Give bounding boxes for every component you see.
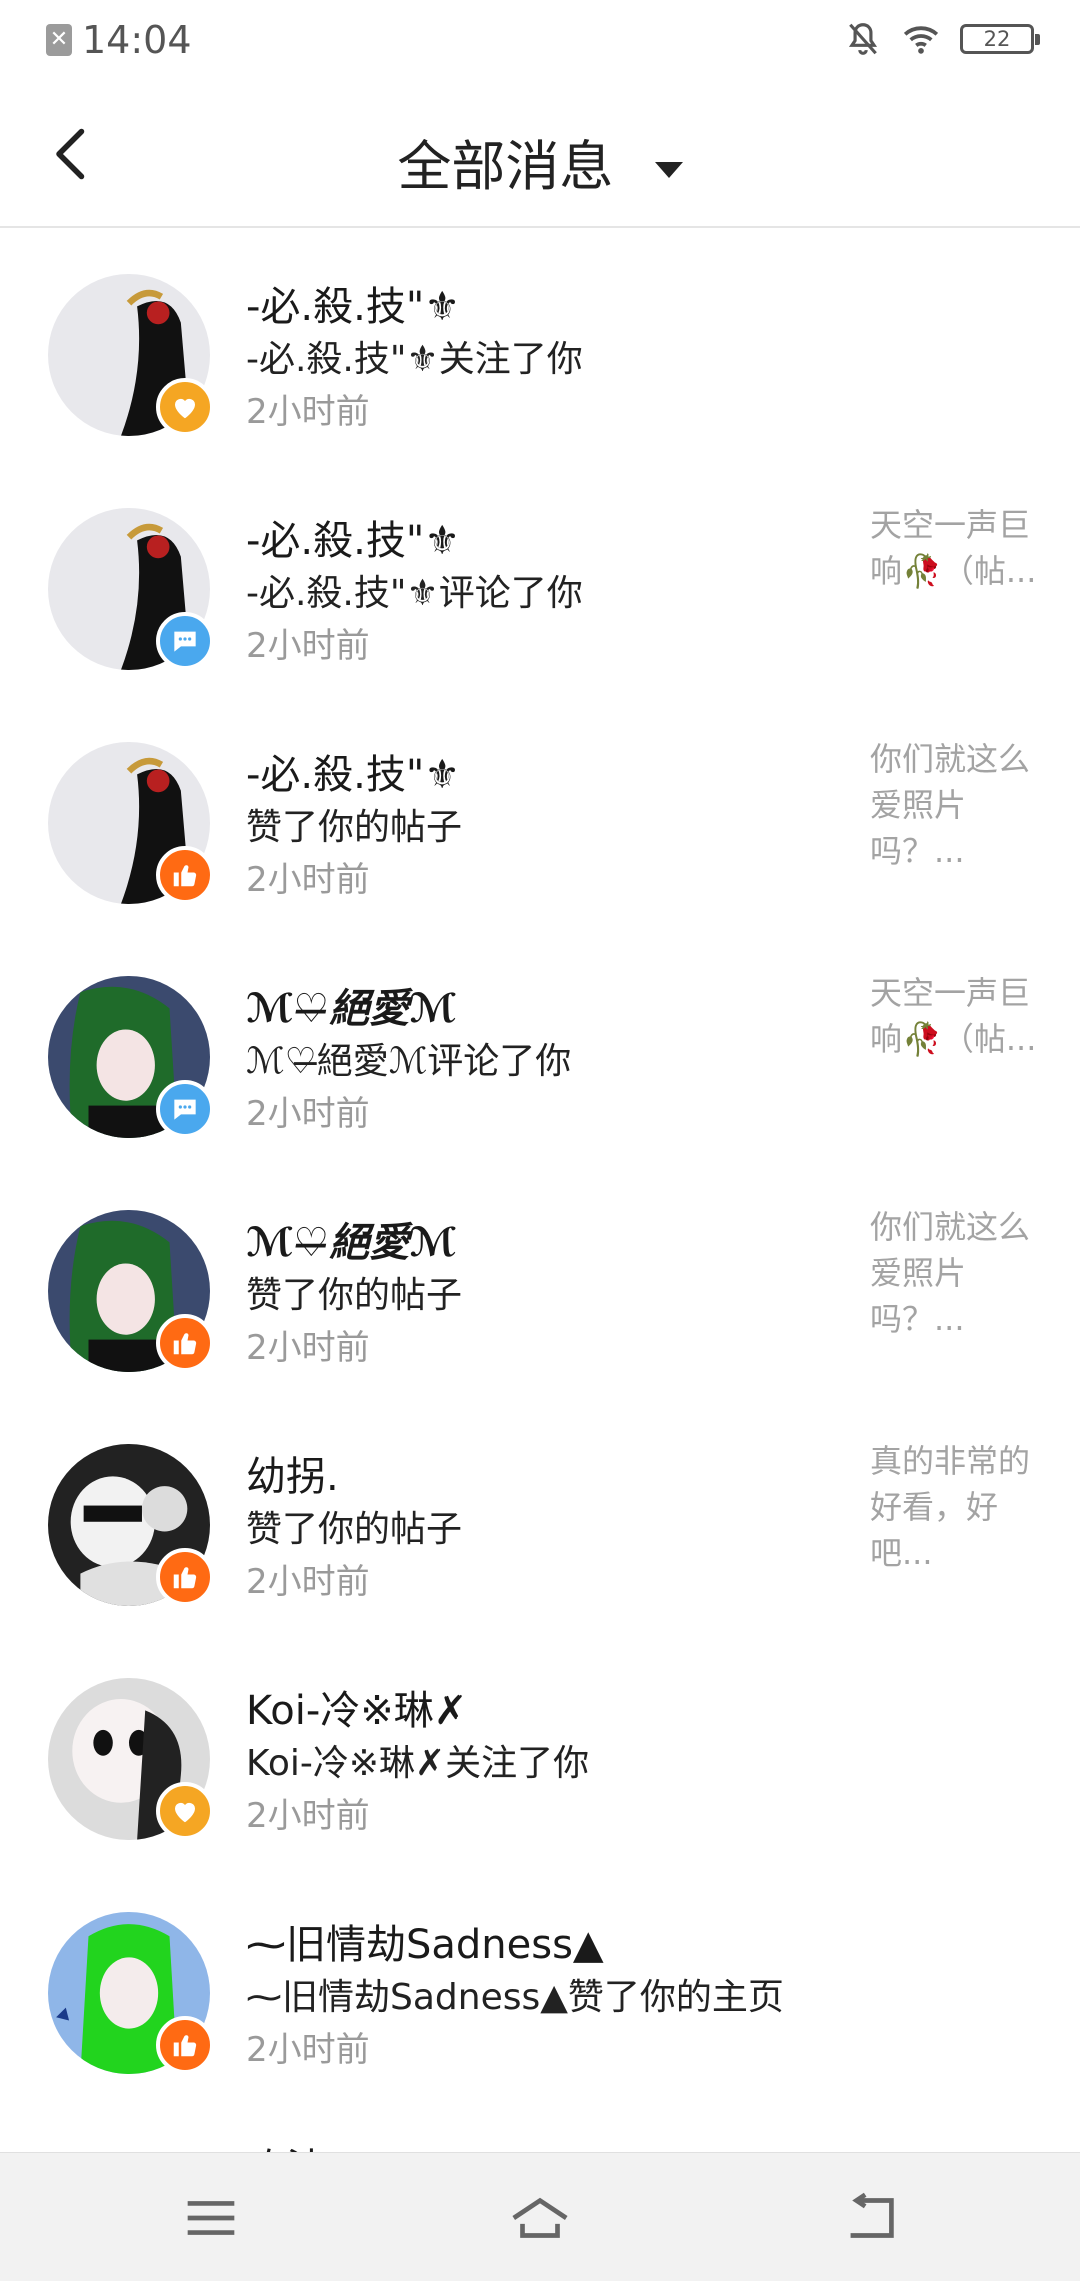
status-time: 14:04 xyxy=(82,18,192,62)
notification-action: -必.殺.技"⚜评论了你 xyxy=(246,573,583,614)
like-badge xyxy=(156,1314,214,1372)
notification-row[interactable]: ℳ♡̶絕愛ℳ ℳ♡̶絕愛ℳ评论了你 2小时前 天空一声巨响🥀（帖... xyxy=(0,930,1080,1164)
thumbs-up-icon xyxy=(173,1567,197,1589)
follow-badge xyxy=(156,1782,214,1840)
notification-action: Koi-冷※琳✗关注了你 xyxy=(246,1743,590,1784)
notification-time: 2小时前 xyxy=(246,860,370,900)
title-dropdown[interactable]: 全部消息 xyxy=(0,122,1080,201)
notification-time: 2小时前 xyxy=(246,1094,370,1134)
status-left: ✕ 14:04 xyxy=(46,18,192,62)
notification-row-partial[interactable]: 玫法 xyxy=(0,2100,1080,2152)
status-bar: ✕ 14:04 22 xyxy=(0,0,1080,84)
no-sim-icon: ✕ xyxy=(46,24,72,56)
chat-bubble-icon xyxy=(174,631,196,652)
home-icon[interactable] xyxy=(505,2183,575,2253)
post-preview[interactable]: 你们就这么爱照片吗？... xyxy=(870,736,1050,874)
sender-name: -必.殺.技"⚜ xyxy=(246,752,461,798)
comment-badge xyxy=(156,612,214,670)
post-preview[interactable]: 真的非常的好看，好吧... xyxy=(870,1438,1050,1576)
header: 全部消息 xyxy=(0,84,1080,228)
sender-name: 幼拐. xyxy=(246,1454,339,1500)
chat-bubble-icon xyxy=(174,1099,196,1120)
notification-action: ⁓旧情劫Sadness▲赞了你的主页 xyxy=(246,1977,784,2018)
status-right: 22 xyxy=(844,20,1040,58)
notification-action: -必.殺.技"⚜关注了你 xyxy=(246,339,583,380)
notification-row[interactable]: ⁓旧情劫Sadness▲ ⁓旧情劫Sadness▲赞了你的主页 2小时前 xyxy=(0,1866,1080,2100)
battery-level: 22 xyxy=(983,27,1011,51)
wifi-icon xyxy=(903,26,939,54)
notification-row[interactable]: -必.殺.技"⚜ 赞了你的帖子 2小时前 你们就这么爱照片吗？... xyxy=(0,696,1080,930)
sender-name: 玫法 xyxy=(246,2136,326,2152)
sender-name: ⁓旧情劫Sadness▲ xyxy=(246,1922,604,1968)
notification-row[interactable]: Koi-冷※琳✗ Koi-冷※琳✗关注了你 2小时前 xyxy=(0,1632,1080,1866)
sender-name: -必.殺.技"⚜ xyxy=(246,518,461,564)
notification-time: 2小时前 xyxy=(246,1562,370,1602)
notification-action: 赞了你的帖子 xyxy=(246,1275,463,1316)
notification-action: 赞了你的帖子 xyxy=(246,807,463,848)
heart-icon xyxy=(175,1802,195,1823)
post-preview[interactable]: 天空一声巨响🥀（帖... xyxy=(870,502,1050,594)
menu-icon[interactable] xyxy=(176,2183,246,2253)
notification-action: ℳ♡̶絕愛ℳ评论了你 xyxy=(246,1041,572,1082)
sender-name: -必.殺.技"⚜ xyxy=(246,284,461,330)
notification-row[interactable]: 幼拐. 赞了你的帖子 2小时前 真的非常的好看，好吧... xyxy=(0,1398,1080,1632)
notification-row[interactable]: ℳ♡̶絕愛ℳ 赞了你的帖子 2小时前 你们就这么爱照片吗？... xyxy=(0,1164,1080,1398)
follow-badge xyxy=(156,378,214,436)
sender-name: ℳ♡̶絕愛ℳ xyxy=(246,1220,457,1266)
post-preview[interactable]: 你们就这么爱照片吗？... xyxy=(870,1204,1050,1342)
notification-time: 2小时前 xyxy=(246,392,370,432)
back-nav-icon[interactable] xyxy=(836,2183,906,2253)
notification-action: 赞了你的帖子 xyxy=(246,1509,463,1550)
thumbs-up-icon xyxy=(173,1333,197,1355)
bell-muted-icon xyxy=(848,23,878,55)
post-preview[interactable]: 天空一声巨响🥀（帖... xyxy=(870,970,1050,1062)
page-title: 全部消息 xyxy=(397,135,614,198)
notification-time: 2小时前 xyxy=(246,1328,370,1368)
heart-icon xyxy=(175,398,195,419)
like-badge xyxy=(156,1548,214,1606)
notification-row[interactable]: -必.殺.技"⚜ -必.殺.技"⚜评论了你 2小时前 天空一声巨响🥀（帖... xyxy=(0,462,1080,696)
system-nav-bar xyxy=(0,2152,1080,2281)
thumbs-up-icon xyxy=(173,2035,197,2057)
notification-time: 2小时前 xyxy=(246,2030,370,2070)
thumbs-up-icon xyxy=(173,865,197,887)
like-badge xyxy=(156,846,214,904)
sender-name: Koi-冷※琳✗ xyxy=(246,1688,468,1734)
comment-badge xyxy=(156,1080,214,1138)
notification-time: 2小时前 xyxy=(246,1796,370,1836)
like-badge xyxy=(156,2016,214,2074)
battery-indicator: 22 xyxy=(960,24,1040,54)
caret-down-icon xyxy=(654,162,683,179)
notification-row[interactable]: -必.殺.技"⚜ -必.殺.技"⚜关注了你 2小时前 xyxy=(0,228,1080,462)
notification-time: 2小时前 xyxy=(246,626,370,666)
sender-name: ℳ♡̶絕愛ℳ xyxy=(246,986,457,1032)
